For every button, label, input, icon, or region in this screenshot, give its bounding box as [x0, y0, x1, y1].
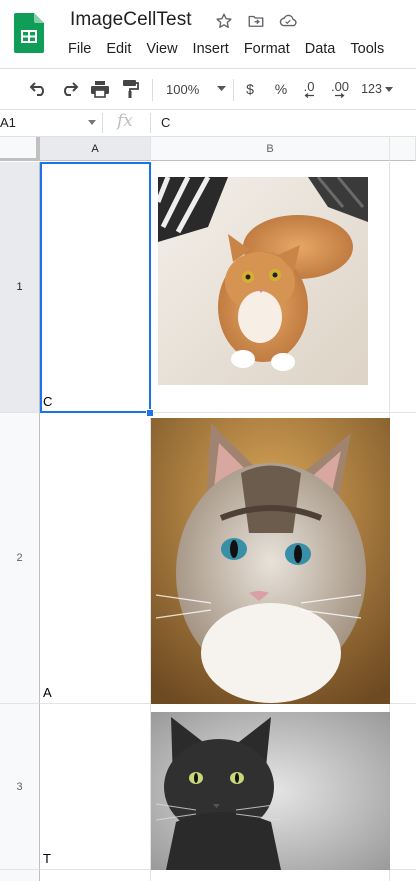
- arrow-left-icon: [304, 93, 314, 98]
- column-header-b[interactable]: B: [151, 137, 390, 161]
- redo-icon[interactable]: [58, 79, 80, 99]
- decrease-decimals-button[interactable]: .0: [299, 79, 319, 99]
- fill-handle[interactable]: [146, 409, 154, 417]
- cell-a1-value: C: [43, 394, 53, 409]
- arrow-right-icon: [335, 93, 345, 98]
- cell-b1[interactable]: [151, 162, 390, 413]
- more-formats-button[interactable]: 123: [358, 79, 396, 99]
- menu-bar: File Edit View Insert Format Data Tools: [68, 41, 384, 57]
- zoom-select[interactable]: 100%: [160, 79, 228, 99]
- cell-a1[interactable]: C: [40, 162, 151, 413]
- column-header-a[interactable]: A: [40, 137, 151, 161]
- cell-a2[interactable]: A: [40, 413, 151, 704]
- more-formats-label: 123: [361, 82, 382, 96]
- cell-a2-value: A: [43, 685, 52, 700]
- cell-a4[interactable]: [40, 870, 151, 881]
- menu-data[interactable]: Data: [305, 41, 336, 57]
- decrease-decimals-label: .0: [303, 79, 315, 94]
- select-all-corner[interactable]: [0, 137, 40, 161]
- increase-decimals-label: .00: [330, 79, 350, 94]
- cell-c3[interactable]: [390, 704, 416, 870]
- currency-format-button[interactable]: $: [241, 79, 259, 99]
- cell-c1[interactable]: [390, 162, 416, 413]
- column-header-c[interactable]: [390, 137, 416, 161]
- cloud-status-icon[interactable]: [278, 11, 298, 31]
- cell-c2[interactable]: [390, 413, 416, 704]
- menu-file[interactable]: File: [68, 41, 91, 57]
- move-to-folder-icon[interactable]: [246, 11, 266, 31]
- name-box[interactable]: A1: [0, 115, 16, 130]
- cell-b2[interactable]: [151, 413, 390, 704]
- document-title[interactable]: ImageCellTest: [70, 9, 192, 31]
- print-icon[interactable]: [89, 79, 111, 99]
- paint-format-icon[interactable]: [119, 79, 141, 99]
- cat-image-orange-tabby[interactable]: [155, 175, 368, 385]
- chevron-down-icon: [217, 86, 227, 91]
- formula-input[interactable]: C: [161, 115, 170, 130]
- percent-format-button[interactable]: %: [271, 79, 291, 99]
- cat-image-blue-eyes[interactable]: [151, 418, 390, 704]
- row-header-1[interactable]: 1: [0, 162, 40, 413]
- menu-insert[interactable]: Insert: [193, 41, 229, 57]
- zoom-value: 100%: [166, 81, 200, 97]
- menu-tools[interactable]: Tools: [350, 41, 384, 57]
- cat-image-black[interactable]: [151, 712, 390, 870]
- formula-bar: A1 fx C: [0, 110, 416, 137]
- menu-format[interactable]: Format: [244, 41, 290, 57]
- row-header-2[interactable]: 2: [0, 413, 40, 704]
- sheet-grid: A B 1 C 2 A 3 T: [0, 137, 416, 881]
- increase-decimals-button[interactable]: .00: [328, 79, 352, 99]
- title-bar: ImageCellTest File Edit View Insert Form…: [0, 0, 416, 68]
- name-box-dropdown-icon[interactable]: [88, 120, 96, 125]
- cell-b4[interactable]: [151, 870, 390, 881]
- fx-icon: fx: [117, 111, 133, 131]
- row-header-3[interactable]: 3: [0, 704, 40, 870]
- cell-a3-value: T: [43, 851, 51, 866]
- cell-b3[interactable]: [151, 704, 390, 870]
- cell-a3[interactable]: T: [40, 704, 151, 870]
- row-header-4[interactable]: [0, 870, 40, 881]
- sheets-logo-icon[interactable]: [14, 13, 44, 53]
- chevron-down-icon: [384, 86, 393, 92]
- undo-icon[interactable]: [28, 79, 50, 99]
- menu-edit[interactable]: Edit: [106, 41, 131, 57]
- star-icon[interactable]: [214, 11, 234, 31]
- toolbar: 100% $ % .0 .00 123: [0, 68, 416, 110]
- menu-view[interactable]: View: [146, 41, 177, 57]
